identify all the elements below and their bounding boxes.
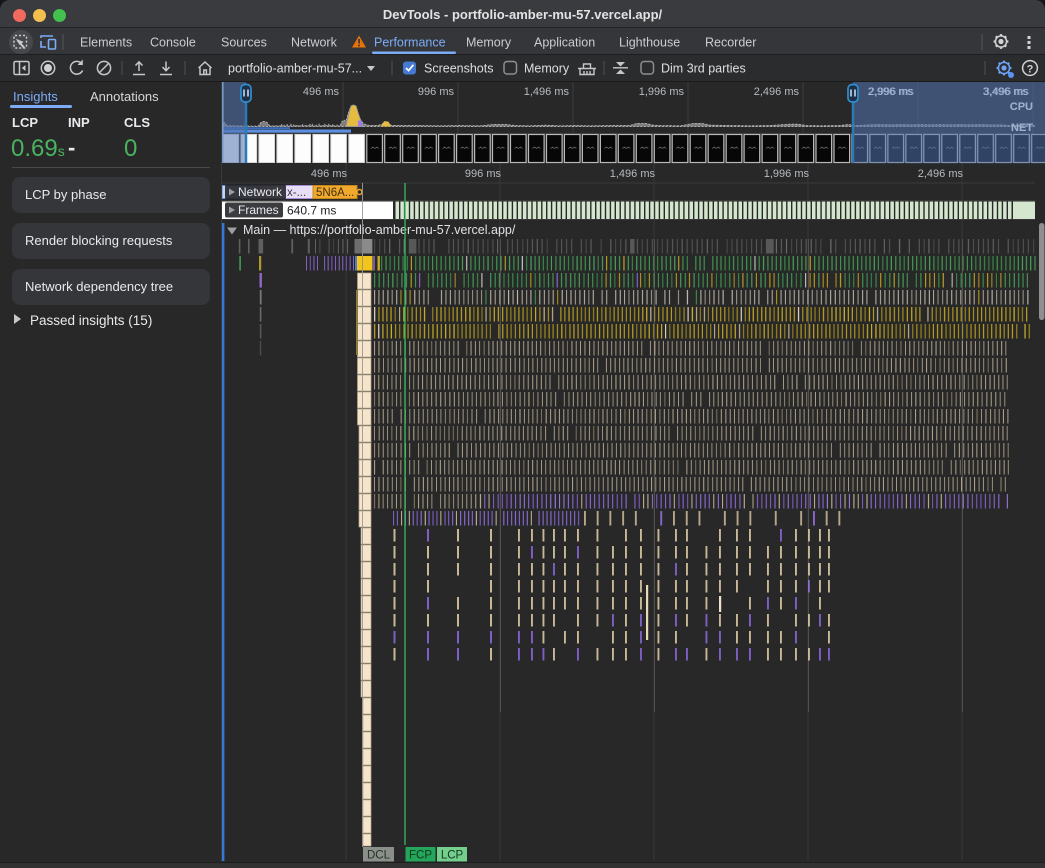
svg-text:496 ms: 496 ms <box>303 86 340 98</box>
svg-text:1,496 ms: 1,496 ms <box>524 86 570 98</box>
svg-text:Performance: Performance <box>374 36 446 50</box>
svg-text:Memory: Memory <box>524 62 570 76</box>
svg-text:1,996 ms: 1,996 ms <box>639 86 685 98</box>
svg-text:Screenshots: Screenshots <box>424 62 493 76</box>
svg-text:LCP: LCP <box>441 850 464 862</box>
svg-text:CPU: CPU <box>1010 101 1033 113</box>
svg-text:Main — https://portfolio-amber: Main — https://portfolio-amber-mu-57.ver… <box>243 223 516 237</box>
svg-text:?: ? <box>1027 63 1034 75</box>
svg-text:FCP: FCP <box>409 850 432 862</box>
svg-text:5N6A...: 5N6A... <box>316 187 354 199</box>
svg-text:Dim 3rd parties: Dim 3rd parties <box>661 62 746 76</box>
svg-text:496 ms: 496 ms <box>311 168 348 180</box>
svg-text:portfolio-amber-mu-57...: portfolio-amber-mu-57... <box>228 62 362 76</box>
svg-text:Elements: Elements <box>80 36 132 50</box>
svg-text:3,496 ms: 3,496 ms <box>983 86 1029 98</box>
svg-text:x-...: x-... <box>287 187 306 199</box>
svg-text:2,996 ms: 2,996 ms <box>868 86 914 98</box>
svg-text:Network: Network <box>238 185 283 199</box>
svg-text:2,496 ms: 2,496 ms <box>754 86 800 98</box>
svg-text:Application: Application <box>534 36 595 50</box>
svg-text:Sources: Sources <box>221 36 267 50</box>
svg-text:Lighthouse: Lighthouse <box>619 36 680 50</box>
svg-text:996 ms: 996 ms <box>465 168 502 180</box>
svg-text:Frames: Frames <box>238 203 279 217</box>
svg-text:996 ms: 996 ms <box>418 86 455 98</box>
svg-text:640.7 ms: 640.7 ms <box>287 204 336 218</box>
svg-text:1,496 ms: 1,496 ms <box>610 168 656 180</box>
svg-text:NET: NET <box>1011 122 1033 134</box>
svg-text:DCL: DCL <box>367 850 391 862</box>
svg-text:Network: Network <box>291 36 338 50</box>
svg-text:Console: Console <box>150 36 196 50</box>
svg-text:Memory: Memory <box>466 36 512 50</box>
svg-text:Recorder: Recorder <box>705 36 756 50</box>
svg-text:1,996 ms: 1,996 ms <box>764 168 810 180</box>
svg-text:2,496 ms: 2,496 ms <box>918 168 964 180</box>
